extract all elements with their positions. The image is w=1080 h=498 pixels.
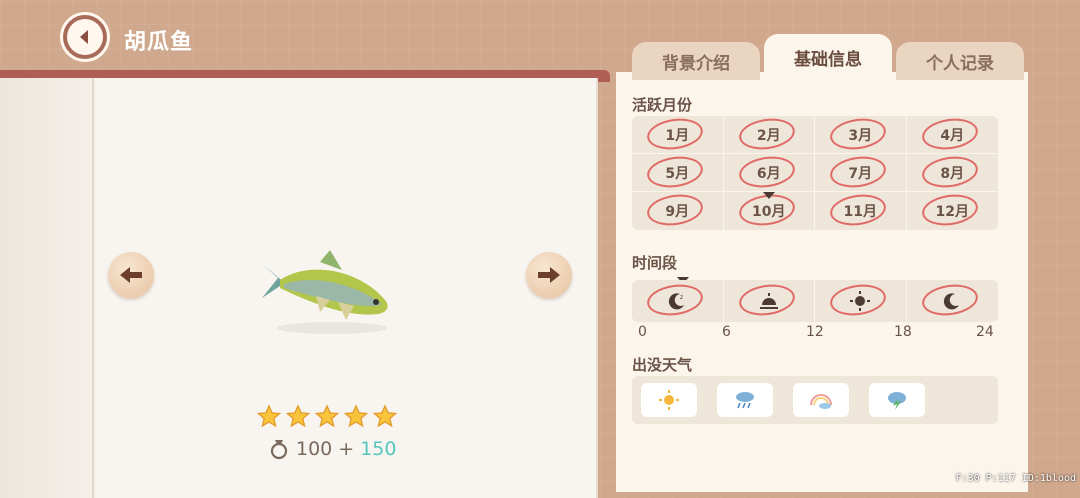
month-cell: 9月 <box>632 191 724 230</box>
time-period-label: 时间段 <box>632 254 678 272</box>
reward-plus: + <box>338 438 355 460</box>
tab-label: 基础信息 <box>794 49 862 70</box>
weather-rain <box>717 383 773 417</box>
tab-basic-info[interactable]: 基础信息 <box>764 34 892 80</box>
star-icon <box>285 404 311 428</box>
weather-row <box>632 376 998 424</box>
star-icon <box>256 404 282 428</box>
page-title: 胡瓜鱼 <box>124 30 194 55</box>
prev-fish-button[interactable] <box>108 252 154 298</box>
rain-icon <box>736 392 754 409</box>
next-fish-button[interactable] <box>526 252 572 298</box>
time-segment-night: z <box>632 280 724 322</box>
current-month-marker <box>762 192 775 199</box>
tab-personal-record[interactable]: 个人记录 <box>896 42 1024 80</box>
month-cell: 8月 <box>906 152 998 192</box>
month-label: 1月 <box>665 127 690 144</box>
month-label: 5月 <box>665 165 690 182</box>
star-icon <box>372 404 398 428</box>
month-label: 6月 <box>756 165 781 182</box>
weather-label: 出没天气 <box>632 356 693 374</box>
month-cell: 5月 <box>632 152 724 192</box>
month-label: 12月 <box>935 204 969 220</box>
tab-label: 背景介绍 <box>662 53 730 74</box>
time-tick: 12 <box>806 324 824 340</box>
back-arrow-icon <box>80 30 88 44</box>
star-icon <box>314 404 340 428</box>
month-label: 3月 <box>848 127 873 144</box>
back-button[interactable] <box>60 12 110 62</box>
month-cell: 1月 <box>632 114 724 154</box>
active-months-label: 活跃月份 <box>632 96 693 114</box>
rainbow-icon <box>810 394 832 409</box>
month-label: 11月 <box>843 204 877 220</box>
month-cell: 10月 <box>724 191 815 230</box>
debug-overlay: F:30 P:117 ID:1blood <box>955 473 1076 484</box>
time-segment-sunrise <box>724 280 815 322</box>
time-period-bar: z <box>632 280 998 322</box>
month-label: 4月 <box>940 127 965 144</box>
arrow-right-icon <box>538 267 560 283</box>
month-label: 8月 <box>940 165 965 182</box>
month-cell: 6月 <box>723 152 815 192</box>
reward-base: 100 <box>296 438 333 460</box>
time-tick: 18 <box>894 324 912 340</box>
weather-sunny <box>641 383 697 417</box>
month-cell: 3月 <box>815 114 907 154</box>
reward-row: 100 + 150 <box>268 438 396 460</box>
month-grid: 1月 2月 3月 4月 5月 6月 7月 8月 9月 10月 11月 12月 <box>632 114 999 230</box>
tab-label: 个人记录 <box>926 53 994 74</box>
month-cell: 12月 <box>907 191 999 230</box>
weather-rainbow <box>793 383 849 417</box>
time-segment-day <box>815 280 907 322</box>
month-label: 10月 <box>752 204 786 220</box>
month-cell: 11月 <box>815 191 907 230</box>
tab-background[interactable]: 背景介绍 <box>632 42 760 80</box>
time-segment-evening <box>907 280 999 322</box>
medal-icon <box>270 440 288 460</box>
time-tick: 0 <box>638 324 647 340</box>
storm-icon <box>888 392 906 410</box>
reward-bonus: 150 <box>360 438 397 460</box>
time-tick: 6 <box>722 324 731 340</box>
month-label: 2月 <box>756 127 781 144</box>
weather-storm <box>869 383 925 417</box>
fish-illustration <box>250 240 410 340</box>
month-label: 9月 <box>665 204 690 220</box>
arrow-left-icon <box>120 267 142 283</box>
month-cell: 4月 <box>906 114 998 154</box>
sunny-icon <box>659 390 679 410</box>
star-icon <box>343 404 369 428</box>
month-label: 7月 <box>848 165 873 182</box>
rarity-stars <box>256 404 398 430</box>
month-cell: 2月 <box>723 114 815 154</box>
time-tick: 24 <box>976 324 994 340</box>
page-fold <box>92 78 94 498</box>
month-cell: 7月 <box>815 152 907 192</box>
